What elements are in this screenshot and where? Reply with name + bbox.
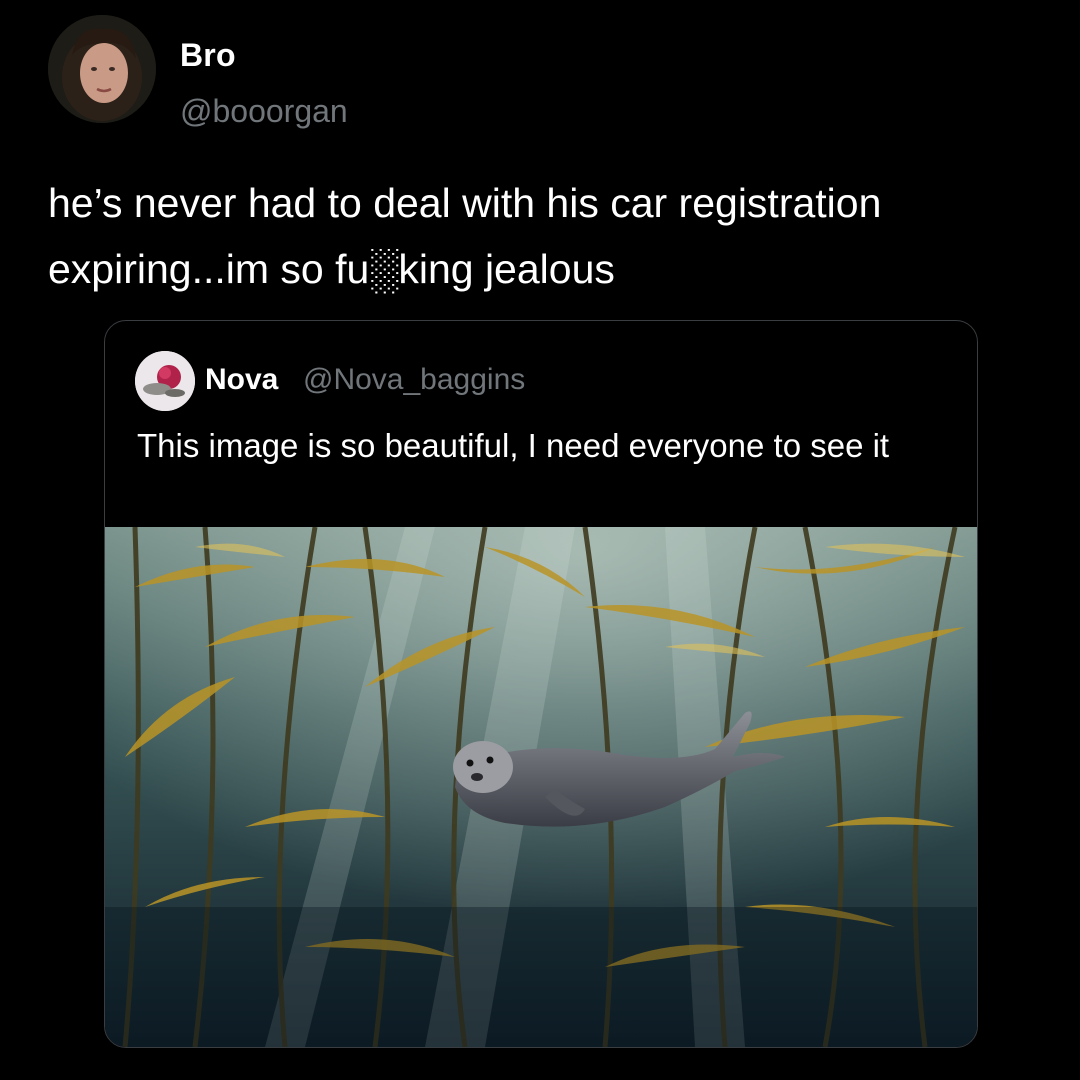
quoted-tweet-text: This image is so beautiful, I need every… [137, 427, 890, 464]
quoted-display-name[interactable]: Nova [205, 363, 278, 397]
quoted-avatar-image [135, 351, 195, 411]
quoted-tweet-photo[interactable] [105, 527, 977, 1047]
quoted-avatar[interactable] [135, 351, 195, 411]
avatar-image [48, 15, 156, 123]
quoted-user-handle[interactable]: @Nova_baggins [303, 363, 525, 397]
avatar[interactable] [48, 15, 156, 123]
tweet[interactable]: Bro @booorgan he’s never had to deal wit… [0, 0, 1080, 1080]
tweet-text: he’s never had to deal with his car regi… [48, 180, 882, 292]
user-handle[interactable]: @booorgan [180, 93, 348, 130]
tweet-author[interactable]: Bro @booorgan [48, 15, 648, 129]
quoted-tweet-card[interactable]: Nova @Nova_baggins This image is so beau… [104, 320, 978, 1048]
display-name[interactable]: Bro [180, 37, 236, 74]
seal-kelp-photo [105, 527, 977, 1047]
